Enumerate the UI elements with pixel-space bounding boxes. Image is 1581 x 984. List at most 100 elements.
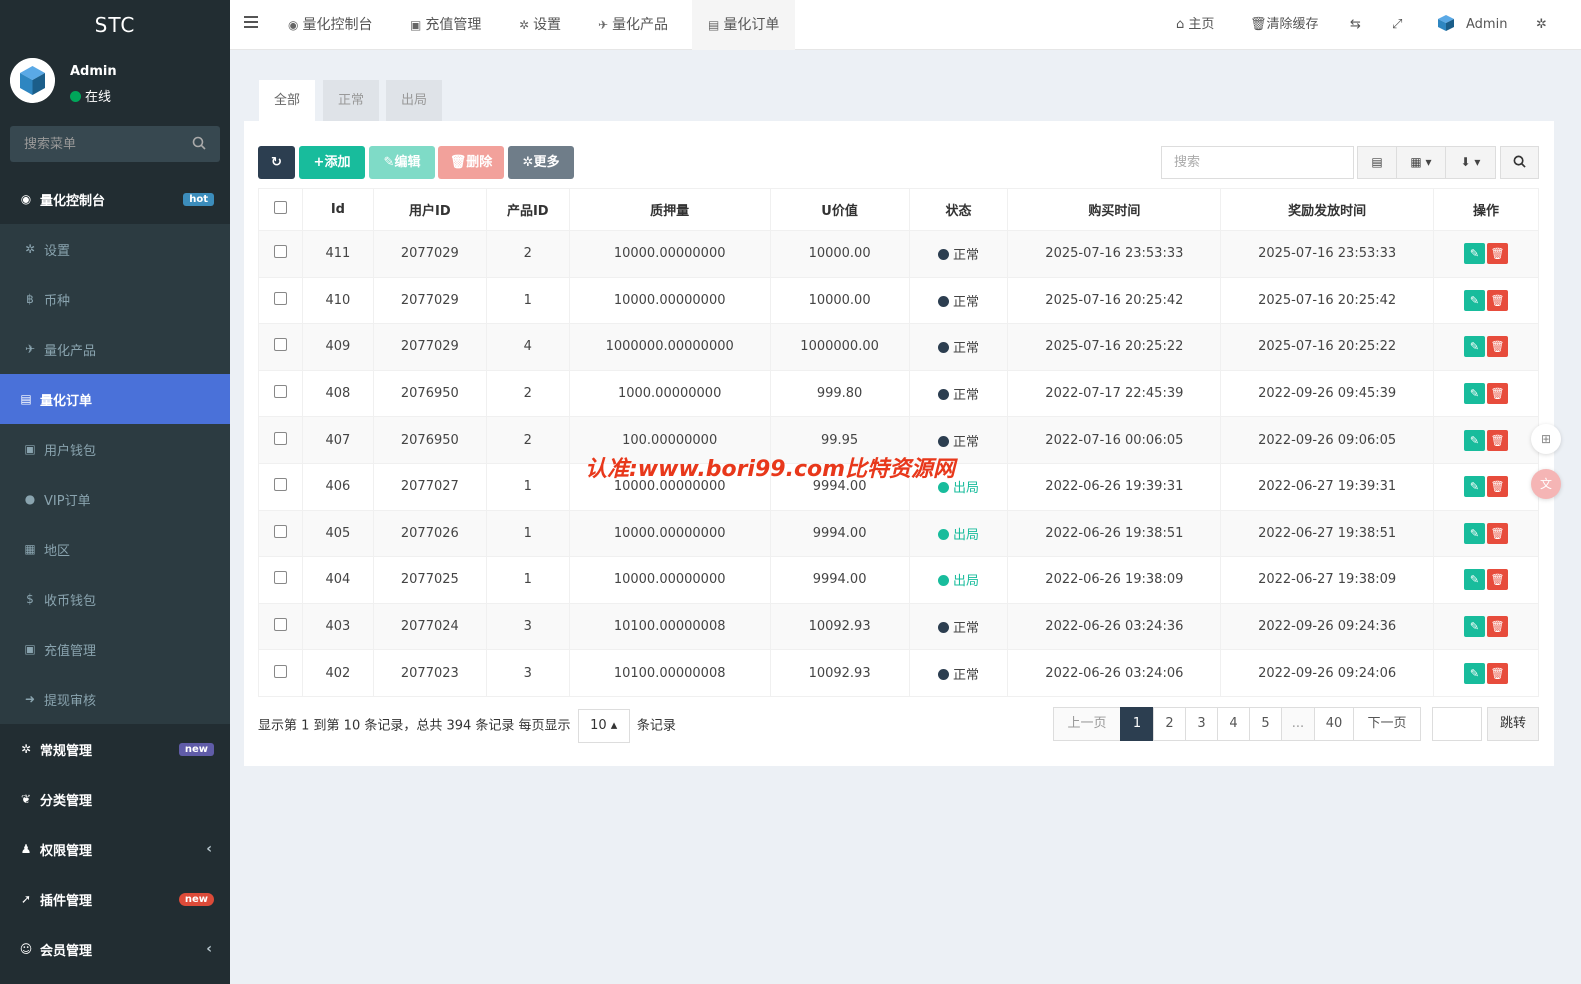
sidebar-item-vip-orders[interactable]: ● VIP订单 (0, 474, 230, 524)
page-3-button[interactable]: 3 (1185, 707, 1218, 741)
row-edit-button[interactable]: ✎ (1464, 522, 1486, 544)
row-checkbox[interactable] (273, 291, 287, 305)
row-delete-button[interactable]: 🗑 (1487, 243, 1509, 265)
col-user-id[interactable]: 用户ID (372, 188, 487, 231)
status-badge[interactable]: 出局 (937, 574, 979, 589)
app-logo[interactable]: STC (0, 0, 230, 50)
tab-all[interactable]: 全部 (259, 80, 316, 121)
row-checkbox[interactable] (273, 245, 287, 259)
table-row[interactable]: 405 2077026 1 10000.00000000 9994.00 出局 2022-0… (258, 509, 1539, 558)
row-delete-button[interactable]: 🗑 (1487, 429, 1509, 451)
jump-button[interactable]: 跳转 (1487, 707, 1539, 741)
col-product-id[interactable]: 产品ID (485, 188, 570, 231)
sidebar-item-dashboard[interactable]: ◉ 量化控制台 hot (0, 174, 230, 224)
col-status[interactable]: 状态 (908, 188, 1009, 231)
sidebar-item-recharge[interactable]: ▣ 充值管理 (0, 624, 230, 674)
status-badge[interactable]: 正常 (937, 435, 979, 450)
sidebar-item-withdraw[interactable]: ➜ 提现审核 (0, 674, 230, 724)
page-1-button[interactable]: 1 (1120, 707, 1154, 741)
sidebar-item-products[interactable]: ✈ 量化产品 (0, 324, 230, 374)
status-badge[interactable]: 正常 (937, 668, 979, 683)
row-delete-button[interactable]: 🗑 (1487, 522, 1509, 544)
status-badge[interactable]: 正常 (937, 341, 979, 356)
row-delete-button[interactable]: 🗑 (1487, 383, 1509, 405)
add-button[interactable]: +添加 (299, 146, 365, 179)
more-button[interactable]: ✲更多 (508, 146, 574, 179)
columns-button[interactable]: ▦ ▾ (1396, 146, 1446, 179)
tab-products[interactable]: ✈ 量化产品 (598, 0, 668, 50)
row-checkbox[interactable] (273, 478, 287, 492)
row-edit-button[interactable]: ✎ (1464, 383, 1486, 405)
tab-settings[interactable]: ✲ 设置 (519, 0, 561, 50)
row-delete-button[interactable]: 🗑 (1487, 662, 1509, 684)
tab-orders[interactable]: ▤ 量化订单 (692, 0, 796, 50)
row-delete-button[interactable]: 🗑 (1487, 289, 1509, 311)
export-button[interactable]: ⬇ ▾ (1445, 146, 1496, 179)
row-checkbox[interactable] (273, 385, 287, 399)
row-edit-button[interactable]: ✎ (1464, 569, 1486, 591)
tab-dashboard[interactable]: ◉ 量化控制台 (288, 0, 372, 50)
row-checkbox[interactable] (273, 338, 287, 352)
select-all-checkbox[interactable] (273, 201, 287, 214)
edit-button[interactable]: ✎编辑 (369, 146, 435, 179)
status-badge[interactable]: 出局 (937, 481, 979, 496)
row-checkbox[interactable] (273, 524, 287, 538)
tab-normal[interactable]: 正常 (323, 80, 380, 121)
table-search-input[interactable] (1162, 147, 1342, 178)
sidebar-search-input[interactable] (10, 126, 180, 162)
sidebar-item-receive-wallet[interactable]: $ 收币钱包 (0, 574, 230, 624)
page-size-select[interactable]: 10 ▴ (577, 709, 630, 743)
delete-button[interactable]: 🗑删除 (438, 146, 504, 179)
row-edit-button[interactable]: ✎ (1464, 476, 1486, 498)
next-page-button[interactable]: 下一页 (1353, 707, 1421, 741)
row-delete-button[interactable]: 🗑 (1487, 569, 1509, 591)
sidebar-item-wallet[interactable]: ▣ 用户钱包 (0, 424, 230, 474)
language-icon[interactable]: ⇆ (1350, 0, 1361, 50)
row-delete-button[interactable]: 🗑 (1487, 616, 1509, 638)
table-row[interactable]: 404 2077025 1 10000.00000000 9994.00 出局 2022-0… (258, 556, 1539, 604)
fullscreen-icon[interactable]: ⤢ (1392, 0, 1402, 50)
row-edit-button[interactable]: ✎ (1464, 662, 1486, 684)
status-badge[interactable]: 正常 (937, 295, 979, 310)
table-row[interactable]: 402 2077023 3 10100.00000008 10092.93 正常 2022-… (258, 649, 1539, 697)
row-checkbox[interactable] (273, 664, 287, 678)
row-delete-button[interactable]: 🗑 (1487, 336, 1509, 358)
page-2-button[interactable]: 2 (1153, 707, 1186, 741)
row-checkbox[interactable] (273, 431, 287, 445)
jump-page-input[interactable] (1432, 707, 1482, 741)
qr-scan-icon[interactable]: ⊞ (1531, 424, 1561, 454)
clear-cache-button[interactable]: 🗑清除缓存 (1250, 0, 1319, 50)
row-edit-button[interactable]: ✎ (1464, 429, 1486, 451)
status-badge[interactable]: 正常 (937, 248, 979, 263)
row-edit-button[interactable]: ✎ (1464, 289, 1486, 311)
col-amount[interactable]: 质押量 (568, 188, 771, 231)
sidebar-item-settings[interactable]: ✲ 设置 (0, 224, 230, 274)
sidebar-item-region[interactable]: ▦ 地区 (0, 524, 230, 574)
col-reward-time[interactable]: 奖励发放时间 (1220, 188, 1435, 231)
advanced-search-button[interactable] (1500, 146, 1539, 179)
tab-out[interactable]: 出局 (386, 80, 443, 121)
col-u-value[interactable]: U价值 (769, 188, 910, 231)
col-id[interactable]: Id (301, 188, 374, 231)
row-edit-button[interactable]: ✎ (1464, 616, 1486, 638)
page-5-button[interactable]: 5 (1249, 707, 1282, 741)
sidebar-item-members[interactable]: ☺ 会员管理 ‹ (0, 924, 230, 974)
page-40-button[interactable]: 40 (1314, 707, 1354, 741)
home-link[interactable]: ⌂ 主页 (1176, 0, 1214, 50)
status-badge[interactable]: 出局 (937, 528, 979, 543)
sidebar-item-permission[interactable]: ♟ 权限管理 ‹ (0, 824, 230, 874)
col-buy-time[interactable]: 购买时间 (1007, 188, 1222, 231)
table-row[interactable]: 403 2077024 3 10100.00000008 10092.93 正常 2022-… (258, 602, 1539, 651)
sidebar-item-plugins[interactable]: ➚ 插件管理 new (0, 874, 230, 924)
search-icon[interactable] (192, 136, 206, 150)
refresh-button[interactable]: ↻ (258, 146, 295, 179)
table-row[interactable]: 408 2076950 2 1000.00000000 999.80 正常 2022-07-… (258, 369, 1539, 418)
user-menu[interactable]: Admin (1436, 0, 1507, 50)
sidebar-item-general[interactable]: ✲ 常规管理 new (0, 724, 230, 774)
menu-toggle-icon[interactable] (244, 16, 258, 31)
translate-icon[interactable]: 文 (1531, 469, 1561, 499)
toggle-view-button[interactable]: ▤ (1357, 146, 1397, 179)
page-4-button[interactable]: 4 (1217, 707, 1250, 741)
row-edit-button[interactable]: ✎ (1464, 243, 1486, 265)
row-delete-button[interactable]: 🗑 (1487, 476, 1509, 498)
